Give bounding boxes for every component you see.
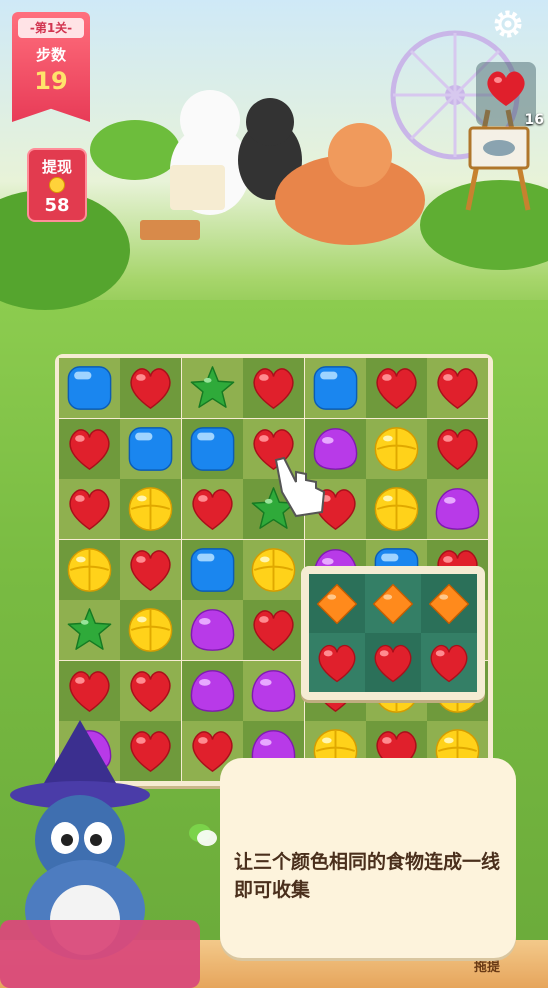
- board-cell[interactable]: [120, 600, 182, 660]
- heart-piece-icon[interactable]: [249, 606, 298, 654]
- tutorial-cell: [309, 633, 365, 692]
- board-cell[interactable]: [59, 479, 120, 539]
- board-cell[interactable]: [181, 418, 243, 479]
- heart-piece-icon[interactable]: [65, 485, 114, 533]
- star-piece-icon[interactable]: [65, 606, 114, 654]
- heart-piece-icon[interactable]: [188, 485, 237, 533]
- tutorial-cell: [365, 633, 421, 692]
- heart-piece-icon[interactable]: [372, 364, 421, 412]
- yellow-piece-icon[interactable]: [126, 485, 175, 533]
- heart-piece-icon[interactable]: [126, 667, 175, 715]
- heart-piece-icon[interactable]: [126, 546, 175, 594]
- orange-piece-icon[interactable]: [315, 582, 359, 626]
- board-cell[interactable]: [59, 600, 120, 660]
- board-cell[interactable]: [59, 358, 120, 418]
- wizard-cat-mascot: [0, 720, 200, 988]
- tutorial-cell: [421, 574, 477, 633]
- yellow-piece-icon[interactable]: [126, 606, 175, 654]
- steps-count: 19: [34, 67, 68, 95]
- board-cell[interactable]: [243, 539, 305, 600]
- yellow-piece-icon[interactable]: [65, 546, 114, 594]
- tutorial-cell: [309, 574, 365, 633]
- game-scene: -第1关- 步数 19 提现 58 16 拖提 让三个颜色相同的食物连成一线即可…: [0, 0, 548, 988]
- tutorial-hand-icon: [274, 456, 326, 518]
- yellow-piece-icon[interactable]: [249, 546, 298, 594]
- heart-piece-icon[interactable]: [249, 364, 298, 412]
- purple-piece-icon[interactable]: [188, 606, 237, 654]
- board-cell[interactable]: [120, 479, 182, 539]
- board-cell[interactable]: [427, 418, 489, 479]
- blue-piece-icon[interactable]: [188, 425, 237, 473]
- board-cell[interactable]: [181, 539, 243, 600]
- hint-bubble: 让三个颜色相同的食物连成一线即可收集: [220, 758, 516, 958]
- board-cell[interactable]: [120, 358, 182, 418]
- orange-piece-icon[interactable]: [427, 582, 471, 626]
- tutorial-cell: [421, 633, 477, 692]
- heart-piece-icon[interactable]: [371, 641, 415, 685]
- heart-piece-icon[interactable]: [65, 667, 114, 715]
- purple-piece-icon[interactable]: [249, 667, 298, 715]
- coin-icon: [49, 177, 65, 193]
- board-cell[interactable]: [59, 539, 120, 600]
- tutorial-cell: [365, 574, 421, 633]
- board-cell[interactable]: [243, 358, 305, 418]
- level-label: -第1关-: [18, 18, 84, 38]
- orange-piece-icon[interactable]: [371, 582, 415, 626]
- tutorial-preview-grid: [309, 574, 477, 692]
- cash-out-button[interactable]: 提现 58: [27, 148, 87, 222]
- gear-icon[interactable]: [492, 8, 524, 40]
- purple-piece-icon[interactable]: [188, 667, 237, 715]
- purple-piece-icon[interactable]: [433, 485, 482, 533]
- board-cell[interactable]: [366, 418, 427, 479]
- heart-piece-icon[interactable]: [427, 641, 471, 685]
- blue-piece-icon[interactable]: [65, 364, 114, 412]
- heart-icon: [487, 71, 525, 106]
- cash-value: 58: [44, 195, 70, 216]
- bottom-label-right[interactable]: 拖提: [474, 956, 500, 975]
- star-piece-icon[interactable]: [188, 364, 237, 412]
- blue-piece-icon[interactable]: [311, 364, 360, 412]
- heart-piece-icon[interactable]: [433, 364, 482, 412]
- board-cell[interactable]: [181, 358, 243, 418]
- yellow-piece-icon[interactable]: [372, 485, 421, 533]
- board-cell[interactable]: [366, 479, 427, 539]
- hint-text: 让三个颜色相同的食物连成一线即可收集: [234, 851, 501, 901]
- board-cell[interactable]: [59, 418, 120, 479]
- heart-piece-icon[interactable]: [126, 364, 175, 412]
- board-cell[interactable]: [366, 358, 427, 418]
- heart-piece-icon[interactable]: [65, 425, 114, 473]
- collect-target: 16: [476, 62, 544, 128]
- blue-piece-icon[interactable]: [126, 425, 175, 473]
- cash-out-label: 提现: [41, 158, 72, 176]
- blue-piece-icon[interactable]: [188, 546, 237, 594]
- board-cell[interactable]: [181, 600, 243, 660]
- board-cell[interactable]: [120, 660, 182, 721]
- board-cell[interactable]: [181, 479, 243, 539]
- yellow-piece-icon[interactable]: [372, 425, 421, 473]
- heart-piece-icon[interactable]: [315, 641, 359, 685]
- steps-label: 步数: [35, 46, 66, 64]
- tutorial-preview: [301, 566, 485, 700]
- heart-piece-icon[interactable]: [433, 425, 482, 473]
- board-cell[interactable]: [304, 358, 366, 418]
- target-count: 16: [524, 112, 544, 128]
- cats-illustration: [140, 90, 425, 245]
- board-cell[interactable]: [243, 660, 305, 721]
- board-cell[interactable]: [427, 479, 489, 539]
- board-cell[interactable]: [120, 539, 182, 600]
- board-cell[interactable]: [427, 358, 489, 418]
- board-cell[interactable]: [243, 600, 305, 660]
- board-cell[interactable]: [181, 660, 243, 721]
- level-banner: -第1关- 步数 19: [12, 12, 90, 122]
- board-cell[interactable]: [120, 418, 182, 479]
- board-cell[interactable]: [59, 660, 120, 721]
